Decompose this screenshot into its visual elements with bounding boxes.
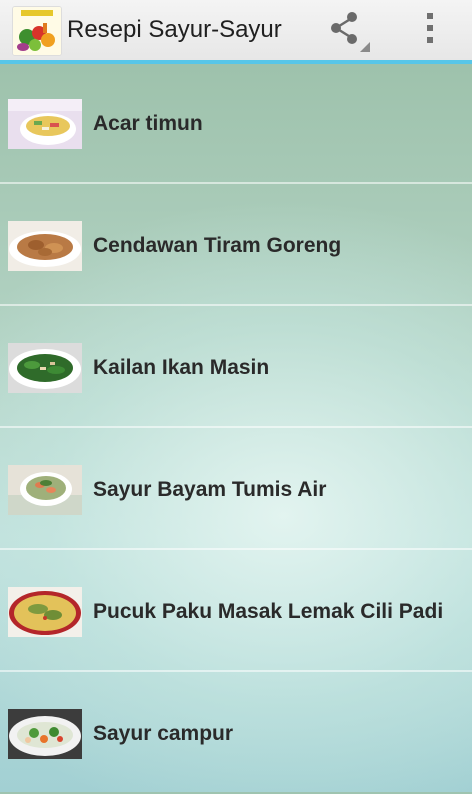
recipe-thumbnail: [8, 709, 82, 759]
recipe-thumbnail: [8, 587, 82, 637]
recipe-thumbnail: [8, 465, 82, 515]
overflow-menu-button[interactable]: [412, 6, 452, 54]
app-title: Resepi Sayur-Sayur: [67, 16, 282, 43]
action-bar-divider: [0, 60, 472, 64]
app-logo[interactable]: [12, 6, 62, 56]
recipe-row[interactable]: Acar timun: [0, 64, 472, 184]
overflow-menu-icon: [427, 13, 433, 43]
recipe-row[interactable]: Kailan Ikan Masin: [0, 308, 472, 428]
recipe-label: Sayur campur: [93, 722, 234, 745]
share-button[interactable]: [322, 6, 372, 54]
action-bar: Resepi Sayur-Sayur: [0, 0, 472, 64]
recipe-row[interactable]: Pucuk Paku Masak Lemak Cili Padi: [0, 552, 472, 672]
recipe-thumbnail: [8, 343, 82, 393]
share-icon: [331, 12, 370, 52]
recipe-thumbnail: [8, 221, 82, 271]
recipe-list[interactable]: Acar timun Cendawan Tiram Goreng Kailan …: [0, 64, 472, 792]
recipe-label: Kailan Ikan Masin: [93, 356, 270, 379]
recipe-row[interactable]: Sayur Bayam Tumis Air: [0, 430, 472, 550]
recipe-row[interactable]: Cendawan Tiram Goreng: [0, 186, 472, 306]
recipe-thumbnail: [8, 99, 82, 149]
recipe-label: Cendawan Tiram Goreng: [93, 234, 342, 257]
recipe-row[interactable]: Sayur campur: [0, 674, 472, 794]
recipe-label: Sayur Bayam Tumis Air: [93, 478, 327, 501]
recipe-label: Pucuk Paku Masak Lemak Cili Padi: [93, 600, 444, 623]
recipe-label: Acar timun: [93, 112, 203, 135]
